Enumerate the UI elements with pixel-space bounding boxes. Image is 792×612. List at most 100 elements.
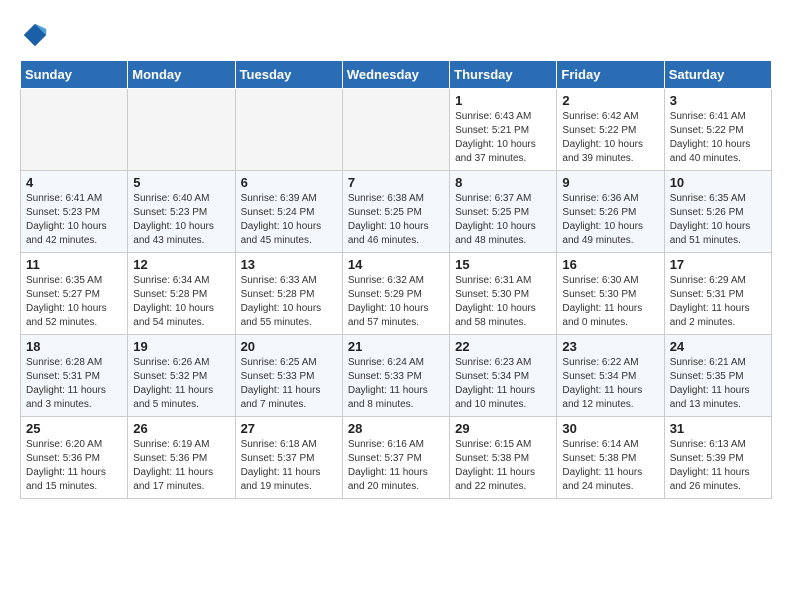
calendar-cell: 4 Sunrise: 6:41 AM Sunset: 5:23 PM Daylig…	[21, 171, 128, 253]
calendar-cell: 25 Sunrise: 6:20 AM Sunset: 5:36 PM Dayli…	[21, 417, 128, 499]
day-info: Sunrise: 6:32 AM Sunset: 5:29 PM Dayligh…	[348, 274, 444, 330]
day-header-friday: Friday	[557, 61, 664, 89]
day-info: Sunrise: 6:31 AM Sunset: 5:30 PM Dayligh…	[455, 274, 551, 330]
day-number: 24	[670, 339, 766, 354]
calendar-cell: 30Sunrise: 6:14 AM Sunset: 5:38 PM Dayli…	[557, 417, 664, 499]
calendar-cell: 19 Sunrise: 6:26 AM Sunset: 5:32 PM Dayli…	[128, 335, 235, 417]
calendar-cell: 14 Sunrise: 6:32 AM Sunset: 5:29 PM Dayli…	[342, 253, 449, 335]
calendar-cell: 28 Sunrise: 6:16 AM Sunset: 5:37 PM Dayli…	[342, 417, 449, 499]
day-info: Sunrise: 6:41 AM Sunset: 5:22 PM Dayligh…	[670, 110, 766, 166]
page-header	[20, 20, 772, 50]
calendar-header-row: SundayMondayTuesdayWednesdayThursdayFrid…	[21, 61, 772, 89]
day-number: 11	[26, 257, 122, 272]
day-number: 3	[670, 93, 766, 108]
day-number: 6	[241, 175, 337, 190]
day-number: 26	[133, 421, 229, 436]
day-number: 7	[348, 175, 444, 190]
day-number: 15	[455, 257, 551, 272]
calendar-cell: 6Sunrise: 6:39 AM Sunset: 5:24 PM Daylig…	[235, 171, 342, 253]
day-number: 4	[26, 175, 122, 190]
day-info: Sunrise: 6:35 AM Sunset: 5:26 PM Dayligh…	[670, 192, 766, 248]
calendar-table: SundayMondayTuesdayWednesdayThursdayFrid…	[20, 60, 772, 499]
day-number: 23	[562, 339, 658, 354]
day-number: 14	[348, 257, 444, 272]
day-info: Sunrise: 6:29 AM Sunset: 5:31 PM Dayligh…	[670, 274, 766, 330]
calendar-cell: 17Sunrise: 6:29 AM Sunset: 5:31 PM Dayli…	[664, 253, 771, 335]
day-info: Sunrise: 6:13 AM Sunset: 5:39 PM Dayligh…	[670, 438, 766, 494]
calendar-cell: 1Sunrise: 6:43 AM Sunset: 5:21 PM Daylig…	[450, 89, 557, 171]
day-number: 1	[455, 93, 551, 108]
day-number: 10	[670, 175, 766, 190]
day-header-tuesday: Tuesday	[235, 61, 342, 89]
calendar-week-row: 18 Sunrise: 6:28 AM Sunset: 5:31 PM Dayli…	[21, 335, 772, 417]
calendar-cell: 5 Sunrise: 6:40 AM Sunset: 5:23 PM Daylig…	[128, 171, 235, 253]
day-number: 21	[348, 339, 444, 354]
day-number: 16	[562, 257, 658, 272]
calendar-cell: 12 Sunrise: 6:34 AM Sunset: 5:28 PM Dayli…	[128, 253, 235, 335]
day-number: 30	[562, 421, 658, 436]
day-info: Sunrise: 6:42 AM Sunset: 5:22 PM Dayligh…	[562, 110, 658, 166]
day-number: 27	[241, 421, 337, 436]
day-info: Sunrise: 6:24 AM Sunset: 5:33 PM Dayligh…	[348, 356, 444, 412]
day-info: Sunrise: 6:20 AM Sunset: 5:36 PM Dayligh…	[26, 438, 122, 494]
calendar-cell: 22 Sunrise: 6:23 AM Sunset: 5:34 PM Dayli…	[450, 335, 557, 417]
calendar-cell: 9Sunrise: 6:36 AM Sunset: 5:26 PM Daylig…	[557, 171, 664, 253]
day-number: 19	[133, 339, 229, 354]
calendar-cell: 20Sunrise: 6:25 AM Sunset: 5:33 PM Dayli…	[235, 335, 342, 417]
calendar-week-row: 11Sunrise: 6:35 AM Sunset: 5:27 PM Dayli…	[21, 253, 772, 335]
day-number: 2	[562, 93, 658, 108]
day-header-monday: Monday	[128, 61, 235, 89]
calendar-cell: 26 Sunrise: 6:19 AM Sunset: 5:36 PM Dayli…	[128, 417, 235, 499]
day-info: Sunrise: 6:25 AM Sunset: 5:33 PM Dayligh…	[241, 356, 337, 412]
calendar-cell: 16 Sunrise: 6:30 AM Sunset: 5:30 PM Dayli…	[557, 253, 664, 335]
calendar-cell: 21 Sunrise: 6:24 AM Sunset: 5:33 PM Dayli…	[342, 335, 449, 417]
day-header-wednesday: Wednesday	[342, 61, 449, 89]
day-number: 5	[133, 175, 229, 190]
day-info: Sunrise: 6:40 AM Sunset: 5:23 PM Dayligh…	[133, 192, 229, 248]
calendar-cell: 13 Sunrise: 6:33 AM Sunset: 5:28 PM Dayli…	[235, 253, 342, 335]
day-info: Sunrise: 6:26 AM Sunset: 5:32 PM Dayligh…	[133, 356, 229, 412]
calendar-cell: 10 Sunrise: 6:35 AM Sunset: 5:26 PM Dayli…	[664, 171, 771, 253]
calendar-cell: 24Sunrise: 6:21 AM Sunset: 5:35 PM Dayli…	[664, 335, 771, 417]
day-info: Sunrise: 6:16 AM Sunset: 5:37 PM Dayligh…	[348, 438, 444, 494]
calendar-cell: 27Sunrise: 6:18 AM Sunset: 5:37 PM Dayli…	[235, 417, 342, 499]
logo	[20, 20, 54, 50]
calendar-cell: 7 Sunrise: 6:38 AM Sunset: 5:25 PM Daylig…	[342, 171, 449, 253]
day-info: Sunrise: 6:23 AM Sunset: 5:34 PM Dayligh…	[455, 356, 551, 412]
day-info: Sunrise: 6:22 AM Sunset: 5:34 PM Dayligh…	[562, 356, 658, 412]
day-info: Sunrise: 6:38 AM Sunset: 5:25 PM Dayligh…	[348, 192, 444, 248]
logo-icon	[20, 20, 50, 50]
calendar-cell: 23 Sunrise: 6:22 AM Sunset: 5:34 PM Dayli…	[557, 335, 664, 417]
day-header-sunday: Sunday	[21, 61, 128, 89]
day-header-thursday: Thursday	[450, 61, 557, 89]
calendar-cell	[128, 89, 235, 171]
day-number: 18	[26, 339, 122, 354]
calendar-cell: 18 Sunrise: 6:28 AM Sunset: 5:31 PM Dayli…	[21, 335, 128, 417]
calendar-cell: 2 Sunrise: 6:42 AM Sunset: 5:22 PM Daylig…	[557, 89, 664, 171]
day-number: 31	[670, 421, 766, 436]
day-info: Sunrise: 6:15 AM Sunset: 5:38 PM Dayligh…	[455, 438, 551, 494]
day-info: Sunrise: 6:19 AM Sunset: 5:36 PM Dayligh…	[133, 438, 229, 494]
calendar-cell: 31 Sunrise: 6:13 AM Sunset: 5:39 PM Dayli…	[664, 417, 771, 499]
day-info: Sunrise: 6:41 AM Sunset: 5:23 PM Dayligh…	[26, 192, 122, 248]
day-info: Sunrise: 6:34 AM Sunset: 5:28 PM Dayligh…	[133, 274, 229, 330]
calendar-cell	[342, 89, 449, 171]
calendar-cell: 29Sunrise: 6:15 AM Sunset: 5:38 PM Dayli…	[450, 417, 557, 499]
day-number: 28	[348, 421, 444, 436]
day-header-saturday: Saturday	[664, 61, 771, 89]
day-number: 12	[133, 257, 229, 272]
calendar-cell	[235, 89, 342, 171]
day-number: 25	[26, 421, 122, 436]
day-info: Sunrise: 6:30 AM Sunset: 5:30 PM Dayligh…	[562, 274, 658, 330]
day-info: Sunrise: 6:37 AM Sunset: 5:25 PM Dayligh…	[455, 192, 551, 248]
day-info: Sunrise: 6:36 AM Sunset: 5:26 PM Dayligh…	[562, 192, 658, 248]
calendar-cell: 15 Sunrise: 6:31 AM Sunset: 5:30 PM Dayli…	[450, 253, 557, 335]
day-info: Sunrise: 6:33 AM Sunset: 5:28 PM Dayligh…	[241, 274, 337, 330]
calendar-cell: 8Sunrise: 6:37 AM Sunset: 5:25 PM Daylig…	[450, 171, 557, 253]
day-number: 13	[241, 257, 337, 272]
calendar-week-row: 4 Sunrise: 6:41 AM Sunset: 5:23 PM Daylig…	[21, 171, 772, 253]
calendar-week-row: 25 Sunrise: 6:20 AM Sunset: 5:36 PM Dayli…	[21, 417, 772, 499]
day-info: Sunrise: 6:28 AM Sunset: 5:31 PM Dayligh…	[26, 356, 122, 412]
calendar-cell: 3 Sunrise: 6:41 AM Sunset: 5:22 PM Daylig…	[664, 89, 771, 171]
day-number: 22	[455, 339, 551, 354]
